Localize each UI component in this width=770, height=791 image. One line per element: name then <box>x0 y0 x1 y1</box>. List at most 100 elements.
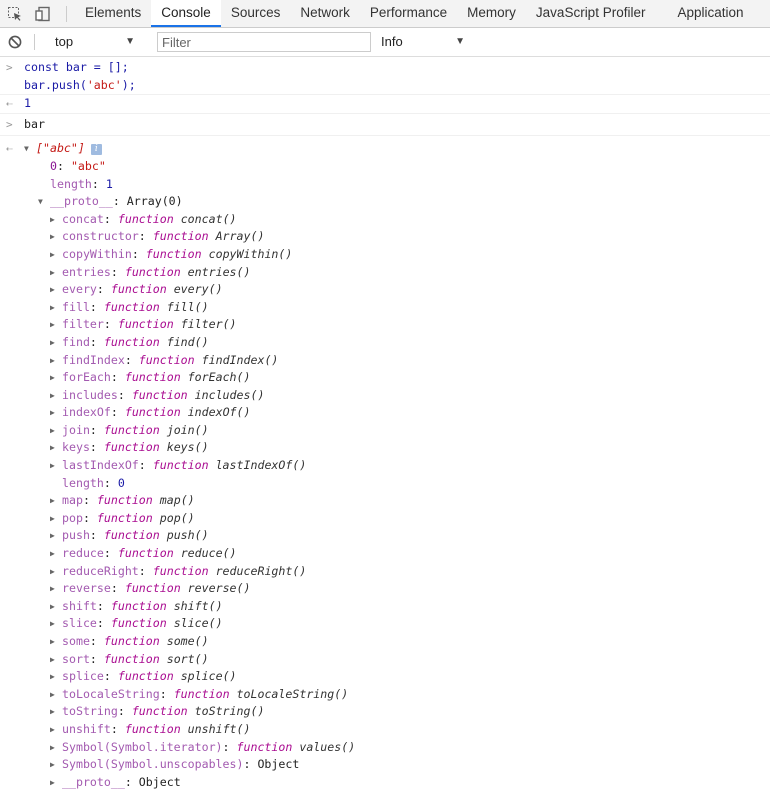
tab-sources[interactable]: Sources <box>221 0 291 27</box>
property-row[interactable]: ▶ findIndex: function findIndex() <box>50 352 770 370</box>
function-keyword: function <box>152 563 209 578</box>
collapsed-triangle-icon[interactable]: ▶ <box>50 492 62 510</box>
collapsed-triangle-icon[interactable]: ▶ <box>50 281 62 299</box>
property-row[interactable]: ▶ shift: function shift() <box>50 598 770 616</box>
property-row[interactable]: ▶ Symbol(Symbol.unscopables): Object <box>50 756 770 774</box>
tab-memory[interactable]: Memory <box>457 0 526 27</box>
property-row[interactable]: ▶ toLocaleString: function toLocaleString… <box>50 686 770 704</box>
context-selector[interactable]: top ▼ <box>49 32 139 52</box>
collapsed-triangle-icon[interactable]: ▶ <box>50 211 62 229</box>
collapsed-triangle-icon[interactable]: ▶ <box>50 228 62 246</box>
collapsed-triangle-icon[interactable]: ▶ <box>50 246 62 264</box>
collapsed-triangle-icon[interactable]: ▶ <box>50 633 62 651</box>
collapsed-triangle-icon[interactable]: ▶ <box>50 598 62 616</box>
function-name: copyWithin() <box>208 246 293 261</box>
property-key: shift <box>62 598 97 613</box>
collapsed-triangle-icon[interactable]: ▶ <box>50 510 62 528</box>
collapsed-triangle-icon[interactable]: ▶ <box>50 334 62 352</box>
inspect-element-icon[interactable] <box>6 5 24 23</box>
property-row[interactable]: ▶ reverse: function reverse() <box>50 580 770 598</box>
property-row[interactable]: ▶ copyWithin: function copyWithin() <box>50 246 770 264</box>
device-toolbar-icon[interactable] <box>34 5 52 23</box>
property-key: join <box>62 422 90 437</box>
property-row[interactable]: ▶ fill: function fill() <box>50 299 770 317</box>
collapsed-triangle-icon[interactable]: ▶ <box>50 264 62 282</box>
collapsed-triangle-icon[interactable]: ▶ <box>50 756 62 774</box>
collapsed-triangle-icon[interactable]: ▶ <box>50 299 62 317</box>
function-name: shift() <box>173 598 223 613</box>
tab-javascript-profiler[interactable]: JavaScript Profiler <box>526 0 656 27</box>
property-row[interactable]: ▶ unshift: function unshift() <box>50 721 770 739</box>
property-row[interactable]: ▶ keys: function keys() <box>50 439 770 457</box>
tab-elements[interactable]: Elements <box>75 0 151 27</box>
collapsed-triangle-icon[interactable]: ▶ <box>50 739 62 757</box>
property-row[interactable]: ▶ includes: function includes() <box>50 387 770 405</box>
collapsed-triangle-icon[interactable]: ▶ <box>50 545 62 563</box>
property-row[interactable]: ▶ reduce: function reduce() <box>50 545 770 563</box>
property-row[interactable]: ▶ join: function join() <box>50 422 770 440</box>
property-row[interactable]: ▶ pop: function pop() <box>50 510 770 528</box>
collapsed-triangle-icon[interactable]: ▶ <box>50 703 62 721</box>
function-keyword: function <box>138 352 195 367</box>
property-row[interactable]: ▶ toString: function toString() <box>50 703 770 721</box>
collapsed-triangle-icon[interactable]: ▶ <box>50 580 62 598</box>
log-level-selector[interactable]: Info ▼ <box>379 32 469 52</box>
collapsed-triangle-icon[interactable]: ▶ <box>50 668 62 686</box>
collapsed-triangle-icon[interactable]: ▶ <box>50 387 62 405</box>
collapsed-triangle-icon[interactable]: ▶ <box>50 369 62 387</box>
property-row[interactable]: ▶ concat: function concat() <box>50 211 770 229</box>
property-row[interactable]: ▶ slice: function slice() <box>50 615 770 633</box>
collapsed-triangle-icon[interactable]: ▶ <box>50 651 62 669</box>
expanded-triangle-icon[interactable]: ▼ <box>24 140 36 158</box>
property-row[interactable]: ▶ reduceRight: function reduceRight() <box>50 563 770 581</box>
property-row[interactable]: ▶ lastIndexOf: function lastIndexOf() <box>50 457 770 475</box>
property-row[interactable]: ▶ every: function every() <box>50 281 770 299</box>
function-keyword: function <box>110 282 167 297</box>
property-row[interactable]: ▶ Symbol(Symbol.iterator): function value… <box>50 739 770 757</box>
function-keyword: function <box>103 528 160 543</box>
collapsed-triangle-icon[interactable]: ▶ <box>50 316 62 334</box>
collapsed-triangle-icon[interactable]: ▶ <box>50 721 62 739</box>
collapsed-triangle-icon[interactable]: ▶ <box>50 774 62 791</box>
property-row[interactable]: ▶ forEach: function forEach() <box>50 369 770 387</box>
filter-input[interactable] <box>157 32 371 52</box>
property-key: push <box>62 528 90 543</box>
info-icon[interactable]: i <box>90 144 102 156</box>
collapsed-triangle-icon[interactable]: ▶ <box>50 457 62 475</box>
property-row[interactable]: ▶ filter: function filter() <box>50 316 770 334</box>
function-keyword: function <box>110 616 167 631</box>
collapsed-triangle-icon[interactable]: ▶ <box>50 422 62 440</box>
property-row[interactable]: ▶ splice: function splice() <box>50 668 770 686</box>
property-row[interactable]: ▶ push: function push() <box>50 527 770 545</box>
expanded-triangle-icon[interactable]: ▼ <box>38 193 50 211</box>
collapsed-triangle-icon[interactable]: ▶ <box>50 686 62 704</box>
property-row[interactable]: ▶ sort: function sort() <box>50 651 770 669</box>
collapsed-triangle-icon[interactable]: ▶ <box>50 563 62 581</box>
property-row: 0: "abc" <box>50 158 106 173</box>
proto-expander[interactable]: ▼ __proto__: Array(0) <box>38 193 770 211</box>
property-row[interactable]: ▶ constructor: function Array() <box>50 228 770 246</box>
property-row[interactable]: ▶ entries: function entries() <box>50 264 770 282</box>
collapsed-triangle-icon[interactable]: ▶ <box>50 527 62 545</box>
property-row[interactable]: ▶ some: function some() <box>50 633 770 651</box>
clear-console-icon[interactable] <box>6 33 24 51</box>
property-row[interactable]: ▶ map: function map() <box>50 492 770 510</box>
code-string: 'abc' <box>86 77 122 92</box>
collapsed-triangle-icon[interactable]: ▶ <box>50 615 62 633</box>
collapsed-triangle-icon[interactable]: ▶ <box>50 404 62 422</box>
array-expander[interactable]: ▼ ["abc"] i <box>24 140 770 158</box>
property-row[interactable]: ▶ find: function find() <box>50 334 770 352</box>
tab-network[interactable]: Network <box>290 0 360 27</box>
result-arrow-icon: ⇠ <box>6 142 13 156</box>
tab-application[interactable]: Application <box>667 0 753 27</box>
tab-console[interactable]: Console <box>151 0 221 27</box>
property-key: slice <box>62 616 97 631</box>
property-row[interactable]: ▶ __proto__: Object <box>50 774 770 791</box>
tab-performance[interactable]: Performance <box>360 0 457 27</box>
collapsed-triangle-icon[interactable]: ▶ <box>50 439 62 457</box>
function-keyword: function <box>124 405 181 420</box>
collapsed-triangle-icon[interactable]: ▶ <box>50 352 62 370</box>
function-name: splice() <box>180 669 237 684</box>
property-row[interactable]: ▶ indexOf: function indexOf() <box>50 404 770 422</box>
function-keyword: function <box>173 686 230 701</box>
